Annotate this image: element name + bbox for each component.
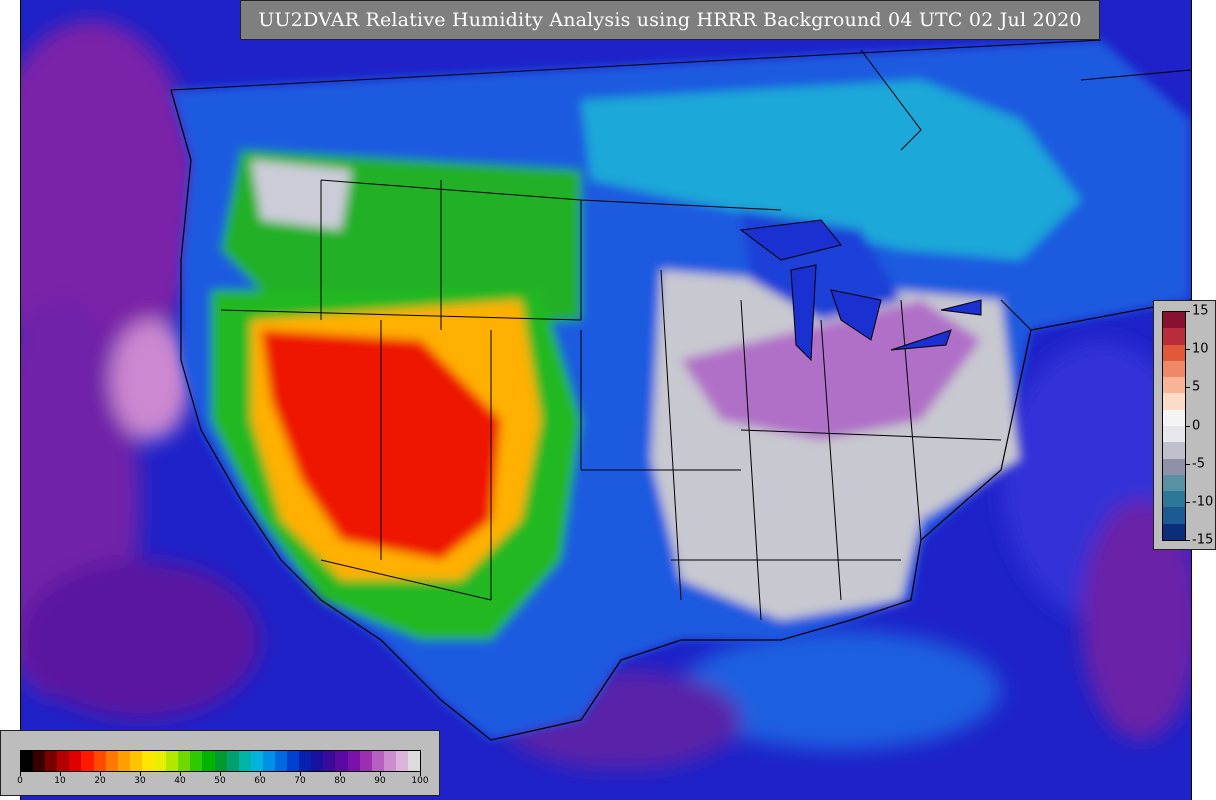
rh-colorbar-panel: 0 10 20 30 40 50 60 70 80 90 100: [0, 730, 440, 796]
rh-colorbar: [20, 750, 421, 772]
rh-colorbar-swatch: [166, 751, 179, 771]
increment-colorbar-swatch: [1163, 409, 1185, 426]
rh-colorbar-label: 70: [294, 776, 306, 786]
increment-colorbar-label: 0: [1192, 418, 1201, 433]
rh-colorbar-swatch: [33, 751, 46, 771]
increment-colorbar-swatch: [1163, 377, 1185, 394]
increment-colorbar: [1162, 311, 1186, 541]
rh-colorbar-label: 80: [334, 776, 346, 786]
increment-colorbar-swatch: [1163, 393, 1185, 410]
rh-colorbar-label: 10: [54, 776, 66, 786]
map-title-box: UU2DVAR Relative Humidity Analysis using…: [240, 0, 1100, 40]
rh-colorbar-swatch: [154, 751, 167, 771]
rh-colorbar-swatch: [287, 751, 300, 771]
rh-colorbar-swatch: [395, 751, 408, 771]
rh-colorbar-swatch: [202, 751, 215, 771]
rh-field-image: [21, 0, 1191, 800]
rh-colorbar-swatch: [69, 751, 82, 771]
increment-colorbar-swatch: [1163, 344, 1185, 361]
increment-colorbar-label: 15: [1192, 303, 1209, 319]
rh-analysis-map: [20, 0, 1192, 800]
rh-colorbar-swatch: [311, 751, 324, 771]
increment-colorbar-tick: [1186, 463, 1190, 465]
rh-colorbar-label: 90: [374, 776, 386, 786]
increment-colorbar-swatch: [1163, 328, 1185, 345]
increment-colorbar-tick: [1186, 311, 1190, 312]
rh-colorbar-swatch: [178, 751, 191, 771]
rh-colorbar-swatch: [299, 751, 312, 771]
rh-colorbar-swatch: [93, 751, 106, 771]
rh-colorbar-swatch: [105, 751, 118, 771]
rh-colorbar-swatch: [408, 751, 421, 771]
rh-colorbar-swatch: [335, 751, 348, 771]
increment-colorbar-tick: [1186, 349, 1190, 351]
rh-colorbar-swatch: [371, 751, 384, 771]
rh-colorbar-label: 50: [214, 776, 226, 786]
rh-colorbar-swatch: [21, 751, 34, 771]
rh-colorbar-label: 0: [17, 776, 23, 786]
increment-colorbar-swatch: [1163, 491, 1185, 508]
increment-colorbar-swatch: [1163, 507, 1185, 524]
rh-colorbar-label: 20: [94, 776, 106, 786]
rh-colorbar-swatch: [274, 751, 288, 771]
rh-colorbar-swatch: [347, 751, 360, 771]
increment-colorbar-label: -10: [1192, 494, 1214, 510]
increment-colorbar-label: -5: [1192, 456, 1205, 472]
increment-colorbar-panel: 15 10 5 0 -5 -10 -15: [1153, 300, 1216, 550]
rh-colorbar-swatch: [141, 751, 155, 771]
rh-colorbar-swatch: [214, 751, 227, 771]
rh-colorbar-swatch: [226, 751, 239, 771]
rh-colorbar-swatch: [323, 751, 336, 771]
rh-colorbar-swatch: [190, 751, 203, 771]
increment-colorbar-swatch: [1163, 458, 1185, 475]
increment-colorbar-swatch: [1163, 312, 1185, 329]
increment-colorbar-swatch: [1163, 523, 1185, 540]
increment-colorbar-tick: [1186, 425, 1190, 427]
increment-colorbar-label: 10: [1192, 341, 1209, 357]
rh-colorbar-label: 100: [411, 776, 429, 786]
rh-colorbar-swatch: [262, 751, 275, 771]
rh-colorbar-swatch: [238, 751, 251, 771]
rh-colorbar-swatch: [117, 751, 130, 771]
rh-colorbar-swatch: [81, 751, 94, 771]
increment-colorbar-swatch: [1163, 360, 1185, 378]
increment-colorbar-swatch: [1163, 442, 1185, 459]
rh-colorbar-label: 40: [174, 776, 186, 786]
rh-colorbar-swatch: [57, 751, 70, 771]
rh-colorbar-swatch: [250, 751, 263, 771]
rh-colorbar-label: 60: [254, 776, 266, 786]
rh-colorbar-swatch: [359, 751, 372, 771]
increment-colorbar-label: -15: [1192, 532, 1214, 548]
map-title: UU2DVAR Relative Humidity Analysis using…: [258, 9, 1082, 31]
increment-colorbar-swatch: [1163, 425, 1185, 443]
rh-colorbar-swatch: [45, 751, 58, 771]
increment-colorbar-label: 5: [1192, 379, 1201, 395]
increment-colorbar-tick: [1186, 387, 1190, 389]
increment-colorbar-swatch: [1163, 474, 1185, 492]
rh-colorbar-label: 30: [134, 776, 146, 786]
increment-colorbar-tick: [1186, 501, 1190, 503]
increment-colorbar-tick: [1186, 540, 1190, 541]
rh-colorbar-swatch: [383, 751, 396, 771]
rh-colorbar-swatch: [129, 751, 142, 771]
